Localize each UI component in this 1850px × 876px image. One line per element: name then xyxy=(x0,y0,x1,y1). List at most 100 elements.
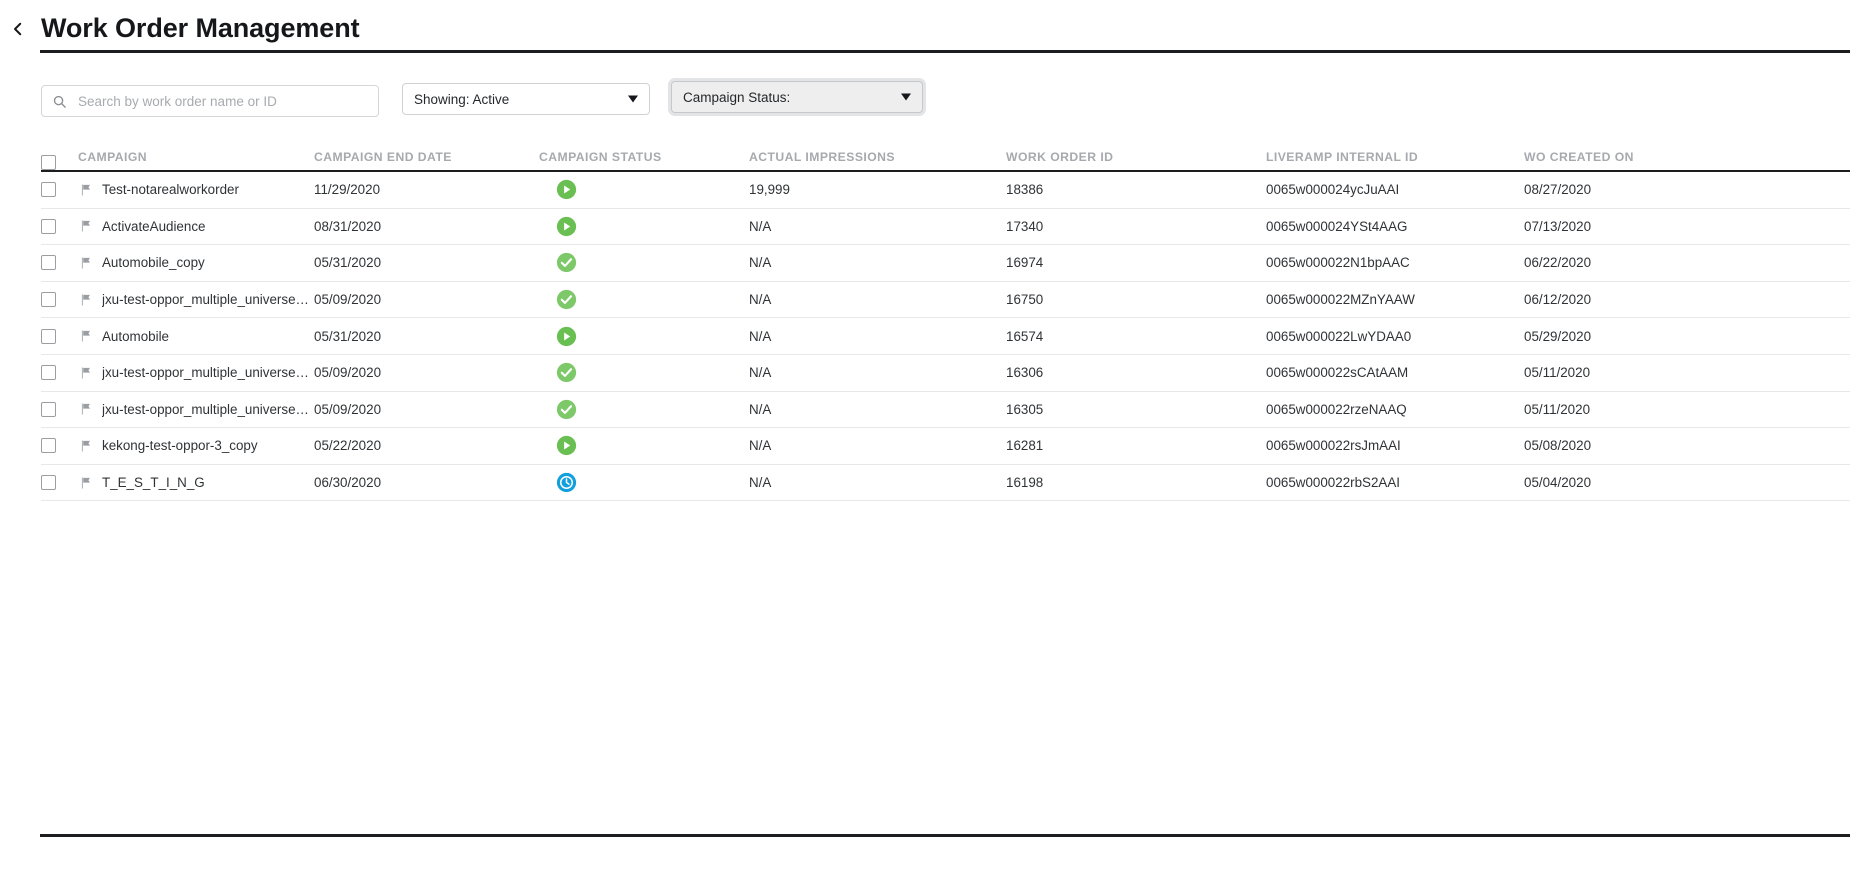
page-title: Work Order Management xyxy=(41,13,360,43)
actual-impressions-cell: N/A xyxy=(749,328,772,344)
table-row[interactable]: jxu-test-oppor_multiple_universe_… 05/09/… xyxy=(41,355,1850,392)
flag-icon xyxy=(79,402,93,416)
actual-impressions-cell: N/A xyxy=(749,401,772,417)
column-header-actual-impressions[interactable]: ACTUAL IMPRESSIONS xyxy=(749,150,1006,170)
work-order-id-cell: 16574 xyxy=(1006,328,1044,344)
work-order-id-cell: 16305 xyxy=(1006,401,1044,417)
row-select-cell xyxy=(41,255,78,271)
row-checkbox[interactable] xyxy=(41,328,56,344)
work-order-id-cell: 17340 xyxy=(1006,218,1044,234)
table-row[interactable]: Test-notarealworkorder 11/29/2020 19,999 18… xyxy=(41,172,1850,209)
liveramp-internal-id-cell: 0065w000022LwYDAA0 xyxy=(1266,328,1412,344)
table-body: Test-notarealworkorder 11/29/2020 19,999 18… xyxy=(41,172,1850,502)
row-checkbox[interactable] xyxy=(41,475,56,491)
play-circle-icon[interactable] xyxy=(556,435,577,456)
wo-created-on-cell: 08/27/2020 xyxy=(1524,182,1592,198)
actual-impressions-cell: N/A xyxy=(749,255,772,271)
campaign-cell: jxu-test-oppor_multiple_universe_… xyxy=(78,365,314,380)
flag-icon xyxy=(79,366,93,380)
row-checkbox[interactable] xyxy=(41,292,56,308)
campaign-status-filter-dropdown[interactable]: Campaign Status: xyxy=(671,81,923,113)
check-circle-icon[interactable] xyxy=(556,362,577,383)
flag-icon xyxy=(79,219,93,233)
liveramp-internal-id-cell: 0065w000022MZnYAAW xyxy=(1266,292,1415,308)
row-select-cell xyxy=(41,475,78,491)
row-select-cell xyxy=(41,365,78,381)
wo-created-on-cell: 05/04/2020 xyxy=(1524,475,1592,491)
showing-filter-dropdown[interactable]: Showing: Active xyxy=(402,83,650,115)
play-circle-icon[interactable] xyxy=(556,179,577,200)
liveramp-internal-id-cell: 0065w000022sCAtAAM xyxy=(1266,365,1409,381)
campaign-name[interactable]: jxu-test-oppor_multiple_universe_… xyxy=(102,365,314,380)
filter-toolbar: Showing: Active Campaign Status: xyxy=(0,56,1850,118)
campaign-status-cell xyxy=(539,399,749,420)
campaign-end-date-cell: 05/31/2020 xyxy=(314,255,382,271)
play-circle-icon[interactable] xyxy=(556,216,577,237)
campaign-name[interactable]: Automobile xyxy=(102,329,169,344)
actual-impressions-cell: N/A xyxy=(749,292,772,308)
liveramp-internal-id-cell: 0065w000022rsJmAAI xyxy=(1266,438,1401,454)
work-order-id-cell: 16974 xyxy=(1006,255,1044,271)
table-row[interactable]: ActivateAudience 08/31/2020 N/A 17340 0065w0… xyxy=(41,209,1850,246)
actual-impressions-cell: N/A xyxy=(749,438,772,454)
campaign-name[interactable]: T_E_S_T_I_N_G xyxy=(102,475,205,490)
row-select-cell xyxy=(41,438,78,454)
flag-icon xyxy=(79,476,93,490)
table-row[interactable]: kekong-test-oppor-3_copy 05/22/2020 N/A 162… xyxy=(41,428,1850,465)
campaign-end-date-cell: 06/30/2020 xyxy=(314,475,382,491)
campaign-status-cell xyxy=(539,179,749,200)
work-orders-table: CAMPAIGN CAMPAIGN END DATE CAMPAIGN STAT… xyxy=(41,140,1850,502)
column-header-campaign-end-date[interactable]: CAMPAIGN END DATE xyxy=(314,150,539,170)
wo-created-on-cell: 06/22/2020 xyxy=(1524,255,1592,271)
campaign-name[interactable]: jxu-test-oppor_multiple_universe_… xyxy=(102,402,314,417)
flag-icon xyxy=(79,329,93,343)
campaign-cell: T_E_S_T_I_N_G xyxy=(78,475,314,490)
table-row[interactable]: jxu-test-oppor_multiple_universe_… 05/09/… xyxy=(41,282,1850,319)
row-checkbox[interactable] xyxy=(41,182,56,198)
row-checkbox[interactable] xyxy=(41,401,56,417)
campaign-name[interactable]: ActivateAudience xyxy=(102,219,205,234)
back-chevron-icon[interactable] xyxy=(9,20,27,38)
row-checkbox[interactable] xyxy=(41,365,56,381)
campaign-name[interactable]: kekong-test-oppor-3_copy xyxy=(102,438,258,453)
showing-filter-label: Showing: Active xyxy=(414,91,510,107)
campaign-cell: ActivateAudience xyxy=(78,219,314,234)
work-order-id-cell: 18386 xyxy=(1006,182,1044,198)
table-row[interactable]: Automobile_copy 05/31/2020 N/A 16974 0065w00… xyxy=(41,245,1850,282)
table-header-row: CAMPAIGN CAMPAIGN END DATE CAMPAIGN STAT… xyxy=(41,140,1850,172)
check-circle-icon[interactable] xyxy=(556,399,577,420)
row-select-cell xyxy=(41,182,78,198)
row-checkbox[interactable] xyxy=(41,218,56,234)
campaign-end-date-cell: 11/29/2020 xyxy=(314,182,381,198)
flag-icon xyxy=(79,256,93,270)
search-input[interactable] xyxy=(76,92,368,110)
row-checkbox[interactable] xyxy=(41,438,56,454)
column-header-wo-created-on[interactable]: WO CREATED ON xyxy=(1524,150,1754,170)
row-select-cell xyxy=(41,292,78,308)
actual-impressions-cell: N/A xyxy=(749,365,772,381)
row-checkbox[interactable] xyxy=(41,255,56,271)
check-circle-icon[interactable] xyxy=(556,252,577,273)
table-row[interactable]: jxu-test-oppor_multiple_universe_… 05/09/… xyxy=(41,392,1850,429)
search-icon xyxy=(52,94,67,109)
work-order-id-cell: 16750 xyxy=(1006,292,1044,308)
table-row[interactable]: T_E_S_T_I_N_G 06/30/2020 N/A 16198 0065w0000… xyxy=(41,465,1850,502)
column-header-campaign[interactable]: CAMPAIGN xyxy=(78,150,314,170)
work-order-id-cell: 16281 xyxy=(1006,438,1044,454)
campaign-name[interactable]: jxu-test-oppor_multiple_universe_… xyxy=(102,292,314,307)
check-circle-icon[interactable] xyxy=(556,289,577,310)
select-all-checkbox[interactable] xyxy=(41,155,56,170)
clock-circle-icon[interactable] xyxy=(556,472,577,493)
table-row[interactable]: Automobile 05/31/2020 N/A 16574 0065w000022L… xyxy=(41,318,1850,355)
column-header-work-order-id[interactable]: WORK ORDER ID xyxy=(1006,150,1266,170)
campaign-name[interactable]: Test-notarealworkorder xyxy=(102,182,239,197)
liveramp-internal-id-cell: 0065w000022rzeNAAQ xyxy=(1266,401,1407,417)
play-circle-icon[interactable] xyxy=(556,326,577,347)
campaign-status-cell xyxy=(539,326,749,347)
column-header-campaign-status[interactable]: CAMPAIGN STATUS xyxy=(539,150,749,170)
wo-created-on-cell: 05/11/2020 xyxy=(1524,401,1591,417)
campaign-name[interactable]: Automobile_copy xyxy=(102,255,205,270)
column-header-liveramp-internal-id[interactable]: LIVERAMP INTERNAL ID xyxy=(1266,150,1524,170)
search-box[interactable] xyxy=(41,85,379,117)
title-divider xyxy=(40,50,1850,53)
